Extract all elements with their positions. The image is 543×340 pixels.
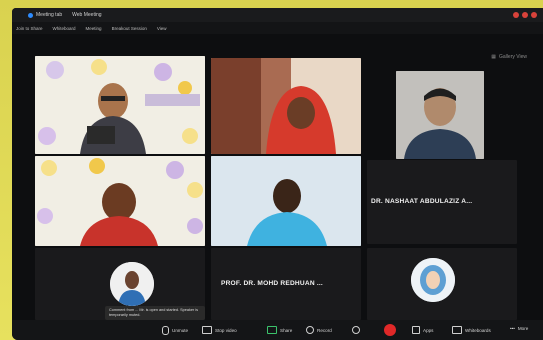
tab-meeting[interactable]: Meeting tab <box>28 12 62 18</box>
view-label: Gallery View <box>499 54 527 60</box>
participant-tile[interactable] <box>211 58 361 154</box>
meeting-window: Meeting tab Web Meeting Join to Share Wh… <box>12 8 543 340</box>
participant-video-icon <box>211 156 361 246</box>
share-button[interactable]: Share <box>267 326 292 334</box>
apps-button[interactable]: Apps <box>412 326 433 334</box>
participant-photo-icon <box>411 258 455 302</box>
whiteboard-icon <box>452 326 462 334</box>
view-toggle[interactable]: ▦ Gallery View <box>491 54 527 60</box>
video-button[interactable]: Stop video <box>202 326 237 334</box>
participant-tile[interactable] <box>35 56 205 154</box>
participant-name: DR. NASHAAT ABDULAZIZ A... <box>371 198 473 205</box>
participant-tile[interactable] <box>367 248 517 320</box>
participant-tile[interactable] <box>35 156 205 246</box>
participant-tile[interactable]: Comment from ... Mr. is open and started… <box>35 248 205 320</box>
menu-item-view[interactable]: View <box>157 26 167 31</box>
zoom-logo-icon <box>28 12 33 18</box>
grid-icon: ▦ <box>491 54 497 60</box>
tooltip: Comment from ... Mr. is open and started… <box>105 306 205 320</box>
avatar <box>411 258 455 302</box>
leave-icon <box>384 324 396 336</box>
maximize-icon[interactable] <box>522 12 528 18</box>
share-label: Share <box>280 327 293 333</box>
minimize-icon[interactable] <box>513 12 519 18</box>
record-button[interactable]: Record <box>306 326 332 334</box>
menu-item-whiteboard[interactable]: Whiteboard <box>53 26 76 31</box>
participant-tile[interactable] <box>396 71 484 159</box>
participant-tile[interactable] <box>211 156 361 246</box>
share-icon <box>267 326 277 334</box>
tab-web-meeting[interactable]: Web Meeting <box>72 12 101 18</box>
participant-tile[interactable]: DR. NASHAAT ABDULAZIZ A... <box>367 160 517 244</box>
title-bar: Meeting tab Web Meeting <box>12 8 543 22</box>
more-button[interactable]: ••• More <box>510 326 528 331</box>
apps-icon <box>412 326 420 334</box>
apps-label: Apps <box>423 327 434 333</box>
whiteboards-button[interactable]: Whiteboards <box>452 326 491 334</box>
participant-tile[interactable]: PROF. DR. MOHD REDHUAN ... <box>211 248 361 320</box>
unmute-label: Unmute <box>172 328 189 333</box>
reactions-icon <box>352 326 360 334</box>
participant-video-icon <box>211 58 361 154</box>
participant-video-icon <box>396 71 484 159</box>
more-icon: ••• <box>510 326 515 331</box>
whiteboards-label: Whiteboards <box>465 327 491 333</box>
participant-name: PROF. DR. MOHD REDHUAN ... <box>221 280 323 287</box>
record-label: Record <box>317 327 332 333</box>
video-label: Stop video <box>215 327 237 333</box>
menu-item-join-share[interactable]: Join to Share <box>16 26 43 31</box>
reactions-button[interactable] <box>352 326 360 334</box>
slide-video-icon <box>35 56 205 154</box>
menu-item-meeting[interactable]: Meeting <box>86 26 102 31</box>
meeting-controls: Unmute Stop video Share Record Apps Whit… <box>12 320 543 340</box>
record-icon <box>306 326 314 334</box>
video-icon <box>202 326 212 334</box>
menu-item-breakout[interactable]: Breakout Session <box>112 26 147 31</box>
close-icon[interactable] <box>531 12 537 18</box>
leave-button[interactable] <box>384 324 396 336</box>
tab-label: Web Meeting <box>72 12 102 18</box>
window-controls <box>513 12 537 18</box>
more-label: More <box>517 326 529 331</box>
tab-label: Meeting tab <box>36 12 63 18</box>
slide-video-icon <box>35 156 205 246</box>
menu-bar: Join to Share Whiteboard Meeting Breakou… <box>12 22 543 34</box>
avatar <box>110 262 154 306</box>
unmute-button[interactable]: Unmute <box>162 326 188 335</box>
participant-photo-icon <box>110 262 154 306</box>
mic-icon <box>162 326 169 335</box>
